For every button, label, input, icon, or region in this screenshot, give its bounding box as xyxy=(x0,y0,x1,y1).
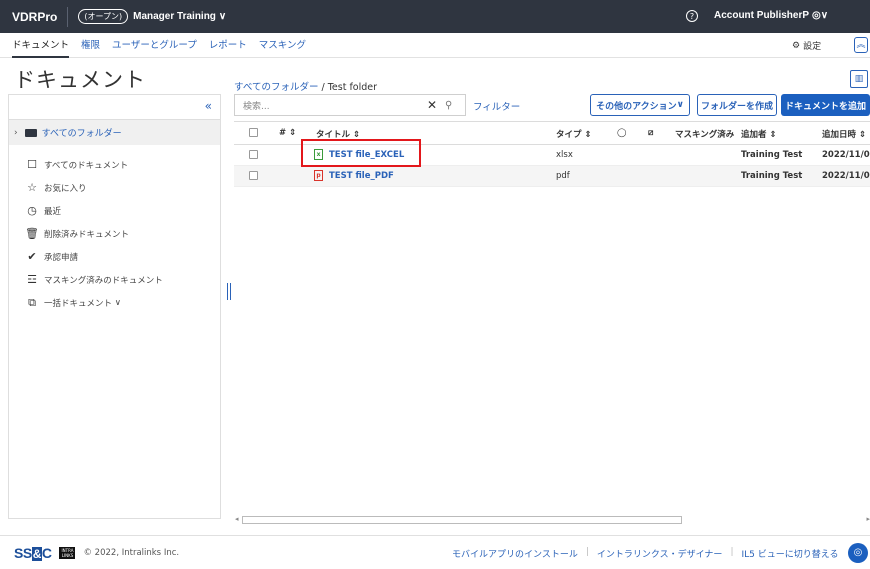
breadcrumb-current: Test folder xyxy=(327,82,378,93)
breadcrumb: すべてのフォルダー / Test folder xyxy=(234,79,377,93)
open-status-badge: (オープン) xyxy=(78,9,129,24)
checkmark-icon: ✔ xyxy=(27,250,37,263)
settings-button[interactable]: ⚙ 設定 xyxy=(792,39,821,53)
trash-icon: 🗑 xyxy=(25,227,39,240)
menu-item-recent[interactable]: ◷ 最近 xyxy=(25,199,163,222)
collapse-header-button[interactable]: ︽ xyxy=(854,37,868,53)
file-type: pdf xyxy=(556,171,570,181)
divider: | xyxy=(730,547,734,557)
close-icon[interactable]: ✕ xyxy=(427,98,437,112)
tab-permissions[interactable]: 権限 xyxy=(81,33,100,58)
brand-logo[interactable]: VDRPro xyxy=(0,10,67,24)
more-actions-button[interactable]: その他のアクション ∨ xyxy=(590,94,690,116)
chevron-down-icon: ∨ xyxy=(218,11,227,22)
tab-masking[interactable]: マスキング xyxy=(259,33,306,58)
collapse-left-icon[interactable]: « xyxy=(205,99,212,113)
scroll-left-icon[interactable]: ◂ xyxy=(235,515,239,523)
user-icon: ◎∨ xyxy=(812,10,829,21)
row-checkbox[interactable] xyxy=(249,171,258,180)
account-menu[interactable]: Account PublisherP ◎∨ xyxy=(714,10,828,21)
added-by: Training Test xyxy=(741,150,803,160)
copyright-text: © 2022, Intralinks Inc. xyxy=(83,547,180,558)
comment-icon[interactable]: ◯ xyxy=(617,128,627,138)
footer: SS&C INTRA LINKS © 2022, Intralinks Inc. … xyxy=(0,535,870,569)
footer-links: モバイルアプリのインストール | イントラリンクス・デザイナー | IL5 ビュ… xyxy=(452,547,838,560)
main-nav: ドキュメント 権限 ユーザーとグループ レポート マスキング xyxy=(0,33,870,58)
documents-table: # ⇕ タイトル ⇕ タイプ ⇕ ◯ ⧄ マスキング済み 追加者 ⇕ 追加日時 … xyxy=(234,121,870,517)
row-checkbox[interactable] xyxy=(249,150,258,159)
table-row[interactable]: p TEST file_PDF pdf Training Test 2022/11… xyxy=(234,166,870,187)
added-date: 2022/11/02 0 xyxy=(822,171,870,181)
search-input[interactable]: 検索... ✕ ⚲ xyxy=(234,94,466,116)
highlight-box xyxy=(301,139,421,167)
chevron-right-icon[interactable]: › xyxy=(14,128,18,138)
breadcrumb-root[interactable]: すべてのフォルダー xyxy=(234,82,318,93)
add-document-button[interactable]: ドキュメントを追加 xyxy=(781,94,870,116)
horizontal-scrollbar[interactable]: ◂ ▸ xyxy=(234,515,870,525)
folder-icon xyxy=(24,128,37,137)
menu-item-favorites[interactable]: ☆ お気に入り xyxy=(25,176,163,199)
added-by: Training Test xyxy=(741,171,803,181)
chevron-down-icon: ∨ xyxy=(112,297,121,308)
bulk-documents-icon: ⧉ xyxy=(28,295,36,309)
chevron-down-icon: ∨ xyxy=(676,100,684,110)
menu-item-deleted[interactable]: 🗑 削除済みドキュメント xyxy=(25,222,163,245)
star-icon: ☆ xyxy=(27,181,37,194)
pdf-file-icon: p xyxy=(314,170,323,181)
menu-item-approval[interactable]: ✔ 承認申請 xyxy=(25,245,163,268)
column-header-number[interactable]: # ⇕ xyxy=(279,128,296,138)
topbar-divider xyxy=(67,6,69,27)
column-settings-button[interactable]: ▥ xyxy=(850,70,868,88)
tab-reports[interactable]: レポート xyxy=(209,33,247,58)
ssc-logo: SS&C xyxy=(14,544,52,561)
tab-documents[interactable]: ドキュメント xyxy=(12,33,70,58)
workspace-selector[interactable]: Manager Training ∨ xyxy=(133,11,226,22)
search-icon[interactable]: ⚲ xyxy=(445,100,452,111)
install-mobile-app-link[interactable]: モバイルアプリのインストール xyxy=(452,547,578,560)
help-icon[interactable]: ? xyxy=(686,10,698,22)
file-link[interactable]: p TEST file_PDF xyxy=(314,170,394,181)
page-title: ドキュメント xyxy=(14,68,146,92)
tab-users-groups[interactable]: ユーザーとグループ xyxy=(112,33,197,58)
column-header-added-by[interactable]: 追加者 ⇕ xyxy=(741,128,777,140)
chevron-up-icon: ︽ xyxy=(856,40,866,50)
top-bar: VDRPro (オープン) Manager Training ∨ ? Accoun… xyxy=(0,0,870,33)
masking-icon: ☲ xyxy=(27,273,37,286)
create-folder-button[interactable]: フォルダーを作成 xyxy=(697,94,777,116)
menu-item-all-documents[interactable]: ☐ すべてのドキュメント xyxy=(25,153,163,176)
left-menu: ☐ すべてのドキュメント ☆ お気に入り ◷ 最近 🗑 削除済みドキュメント ✔ 承認申請… xyxy=(25,153,163,314)
select-all-checkbox[interactable] xyxy=(249,128,258,137)
added-date: 2022/11/02 0 xyxy=(822,150,870,160)
edit-icon[interactable]: ⧄ xyxy=(648,128,653,138)
intralinks-logo: INTRA LINKS xyxy=(59,546,76,559)
intralinks-designer-link[interactable]: イントラリンクス・デザイナー xyxy=(597,547,723,560)
column-header-added-date[interactable]: 追加日時 ⇕ xyxy=(822,128,866,140)
document-icon: ☐ xyxy=(27,158,37,171)
menu-item-masked[interactable]: ☲ マスキング済みのドキュメント xyxy=(25,268,163,291)
clock-icon: ◷ xyxy=(27,204,37,217)
breadcrumb-separator: / xyxy=(321,82,325,93)
scroll-thumb[interactable] xyxy=(242,516,682,524)
columns-icon: ▥ xyxy=(854,74,864,84)
folder-panel: « › すべてのフォルダー ☐ すべてのドキュメント ☆ お気に入り ◷ 最近 🗑 削除… xyxy=(8,94,221,519)
menu-item-bulk[interactable]: ⧉ 一括ドキュメント ∨ xyxy=(25,291,163,314)
divider: | xyxy=(585,547,589,557)
column-header-type[interactable]: タイプ ⇕ xyxy=(556,128,592,140)
column-header-masked[interactable]: マスキング済み xyxy=(675,128,734,140)
chat-icon[interactable]: ◎ xyxy=(848,543,868,563)
panel-resize-handle[interactable] xyxy=(227,283,231,300)
scroll-right-icon[interactable]: ▸ xyxy=(866,515,870,523)
file-type: xlsx xyxy=(556,150,573,160)
folder-tree-root[interactable]: › すべてのフォルダー xyxy=(9,120,220,145)
filter-button[interactable]: フィルター xyxy=(473,99,520,113)
gear-icon: ⚙ xyxy=(792,40,801,51)
switch-view-link[interactable]: IL5 ビューに切り替える xyxy=(741,547,838,560)
